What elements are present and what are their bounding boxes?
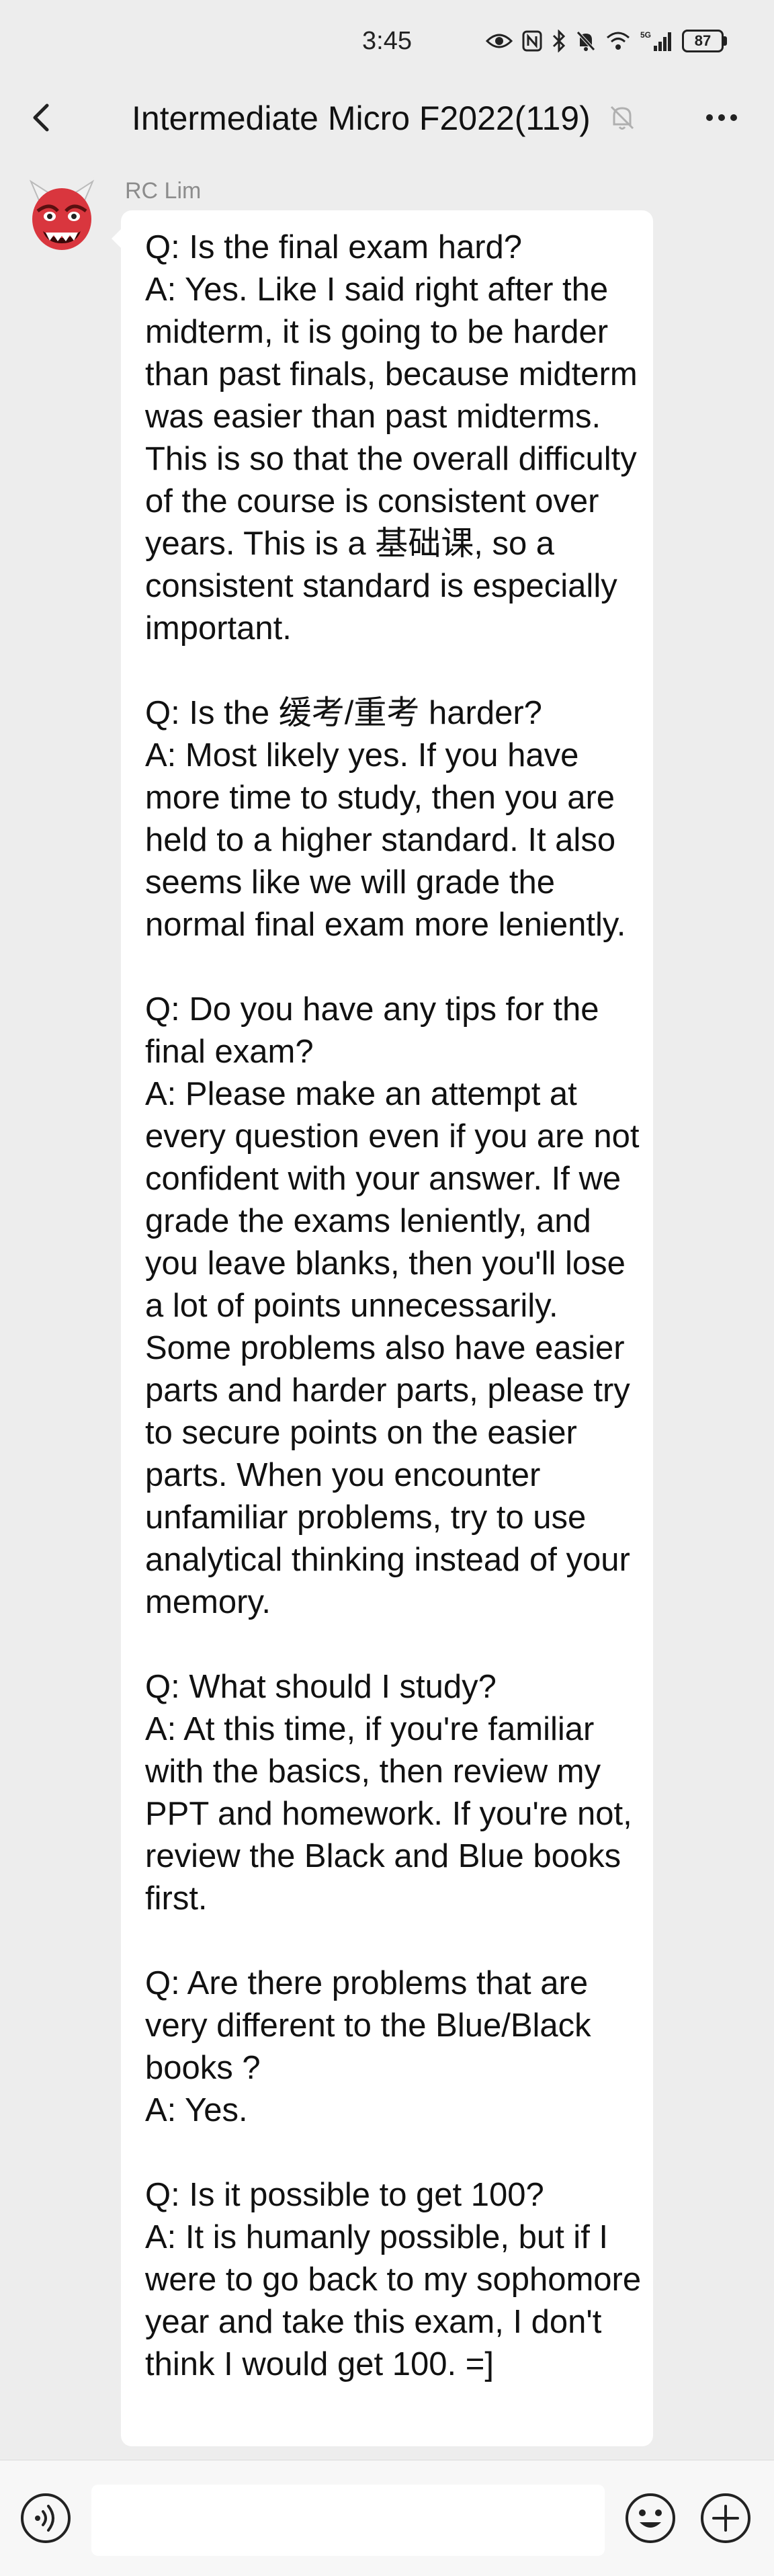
question: Q: Are there problems that are very diff… — [145, 1965, 591, 2086]
answer: A: It is humanly possible, but if I were… — [145, 2219, 642, 2382]
more-button[interactable] — [700, 100, 743, 135]
red-ogre-emoji-icon — [29, 179, 95, 250]
status-icons: 5G 87 — [486, 30, 727, 52]
input-bar — [0, 2460, 774, 2576]
add-button[interactable] — [699, 2491, 752, 2545]
qa-item: Q: Is it possible to get 100? A: It is h… — [145, 2174, 642, 2386]
more-dots-icon — [706, 114, 737, 121]
bell-muted-icon — [606, 101, 638, 134]
answer: A: Yes. — [145, 2092, 248, 2128]
nav-bar: Intermediate Micro F2022(119) — [0, 91, 774, 144]
eye-icon — [486, 32, 513, 50]
network-label: 5G — [640, 30, 651, 40]
emoji-button[interactable] — [624, 2491, 677, 2545]
qa-item: Q: Is the final exam hard? A: Yes. Like … — [145, 226, 642, 650]
sender-name: RC Lim — [125, 178, 202, 204]
answer: A: At this time, if you're familiar with… — [145, 1711, 632, 1917]
battery-icon: 87 — [682, 30, 727, 52]
answer: A: Yes. Like I said right after the midt… — [145, 272, 638, 647]
question: Q: Do you have any tips for the final ex… — [145, 991, 599, 1070]
plus-icon — [701, 2493, 750, 2543]
nfc-icon — [522, 30, 542, 52]
question: Q: Is the final exam hard? — [145, 229, 523, 265]
voice-icon — [21, 2493, 71, 2543]
emoji-icon — [626, 2493, 675, 2543]
bluetooth-icon — [552, 30, 566, 52]
chevron-left-icon — [33, 103, 49, 132]
avatar[interactable] — [23, 177, 101, 255]
question: Q: What should I study? — [145, 1669, 497, 1705]
answer: A: Please make an attempt at every quest… — [145, 1076, 640, 1620]
battery-level: 87 — [682, 30, 724, 52]
signal-icon: 5G — [640, 30, 673, 52]
qa-item: Q: What should I study? A: At this time,… — [145, 1666, 642, 1920]
message-input[interactable] — [91, 2485, 605, 2556]
status-bar: 3:45 5G 87 — [0, 0, 774, 91]
chat-area[interactable]: RC Lim Q: Is the final exam hard? A: Yes… — [0, 144, 774, 2460]
back-button[interactable] — [20, 96, 63, 139]
answer: A: Most likely yes. If you have more tim… — [145, 737, 626, 943]
qa-item: Q: Do you have any tips for the final ex… — [145, 989, 642, 1624]
bell-muted-status-icon — [576, 30, 596, 52]
qa-item: Q: Is the 缓考/重考 harder? A: Most likely y… — [145, 692, 642, 946]
question: Q: Is it possible to get 100? — [145, 2177, 544, 2213]
question: Q: Is the 缓考/重考 harder? — [145, 695, 542, 731]
chat-title: Intermediate Micro F2022(119) — [132, 99, 591, 137]
wifi-icon — [605, 31, 631, 51]
voice-button[interactable] — [19, 2491, 73, 2545]
qa-item: Q: Are there problems that are very diff… — [145, 1962, 642, 2132]
chat-screen: 3:45 5G 87 Intermediate Micro F2022(119)… — [0, 0, 774, 2576]
message-text: Q: Is the final exam hard? A: Yes. Like … — [145, 226, 642, 2386]
